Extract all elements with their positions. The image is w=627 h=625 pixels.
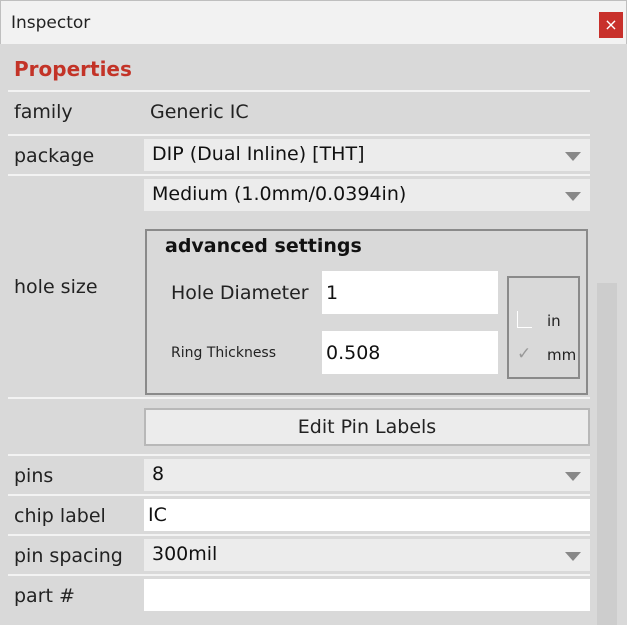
part-number-label: part # bbox=[14, 585, 75, 607]
unit-label-in: in bbox=[547, 312, 561, 330]
divider bbox=[8, 90, 590, 92]
package-label: package bbox=[14, 145, 95, 167]
pins-select[interactable]: 8 bbox=[144, 459, 590, 491]
chevron-down-icon bbox=[565, 192, 581, 201]
divider bbox=[8, 494, 590, 496]
edit-pin-labels-button[interactable]: Edit Pin Labels bbox=[144, 408, 590, 446]
pin-spacing-select-value: 300mil bbox=[152, 543, 218, 565]
chip-label-label: chip label bbox=[14, 505, 106, 527]
divider bbox=[8, 174, 590, 176]
chip-label-value: IC bbox=[148, 504, 167, 526]
hole-size-label: hole size bbox=[14, 276, 98, 298]
hole-diameter-input[interactable]: 1 bbox=[322, 271, 498, 314]
pin-spacing-select[interactable]: 300mil bbox=[144, 539, 590, 571]
chevron-down-icon bbox=[565, 472, 581, 481]
family-value: Generic IC bbox=[150, 101, 249, 123]
chevron-down-icon bbox=[565, 152, 581, 161]
advanced-settings-title: advanced settings bbox=[165, 235, 362, 257]
package-select[interactable]: DIP (Dual Inline) [THT] bbox=[144, 139, 590, 171]
hole-diameter-value: 1 bbox=[326, 282, 339, 304]
pins-label: pins bbox=[14, 465, 54, 487]
divider bbox=[8, 574, 590, 576]
title-bar: Inspector × bbox=[0, 0, 627, 44]
close-icon: × bbox=[604, 15, 618, 34]
pins-select-value: 8 bbox=[152, 463, 165, 485]
check-icon: ✓ bbox=[517, 344, 532, 364]
chevron-down-icon bbox=[565, 552, 581, 561]
ring-thickness-value: 0.508 bbox=[326, 342, 381, 364]
properties-heading: Properties bbox=[14, 57, 132, 81]
unit-label-mm: mm bbox=[547, 346, 577, 364]
divider bbox=[8, 534, 590, 536]
close-button[interactable]: × bbox=[599, 12, 623, 38]
ring-thickness-label: Ring Thickness bbox=[171, 345, 277, 361]
window-title: Inspector bbox=[11, 13, 91, 33]
divider bbox=[8, 397, 590, 399]
package-select-value: DIP (Dual Inline) [THT] bbox=[152, 143, 365, 165]
divider bbox=[8, 454, 590, 456]
divider bbox=[8, 134, 590, 136]
scrollbar[interactable] bbox=[597, 283, 617, 625]
chip-label-input[interactable]: IC bbox=[144, 499, 590, 531]
pin-spacing-label: pin spacing bbox=[14, 545, 123, 567]
checkbox-unchecked-icon bbox=[517, 311, 532, 328]
hole-diameter-label: Hole Diameter bbox=[171, 282, 309, 304]
ring-thickness-input[interactable]: 0.508 bbox=[322, 331, 498, 374]
family-label: family bbox=[14, 101, 73, 123]
hole-size-select[interactable]: Medium (1.0mm/0.0394in) bbox=[144, 179, 590, 211]
hole-size-select-value: Medium (1.0mm/0.0394in) bbox=[152, 183, 407, 205]
advanced-settings-group: advanced settings Hole Diameter 1 Ring T… bbox=[145, 229, 588, 395]
part-number-input[interactable] bbox=[144, 579, 590, 611]
units-group: in ✓ mm bbox=[507, 276, 580, 379]
